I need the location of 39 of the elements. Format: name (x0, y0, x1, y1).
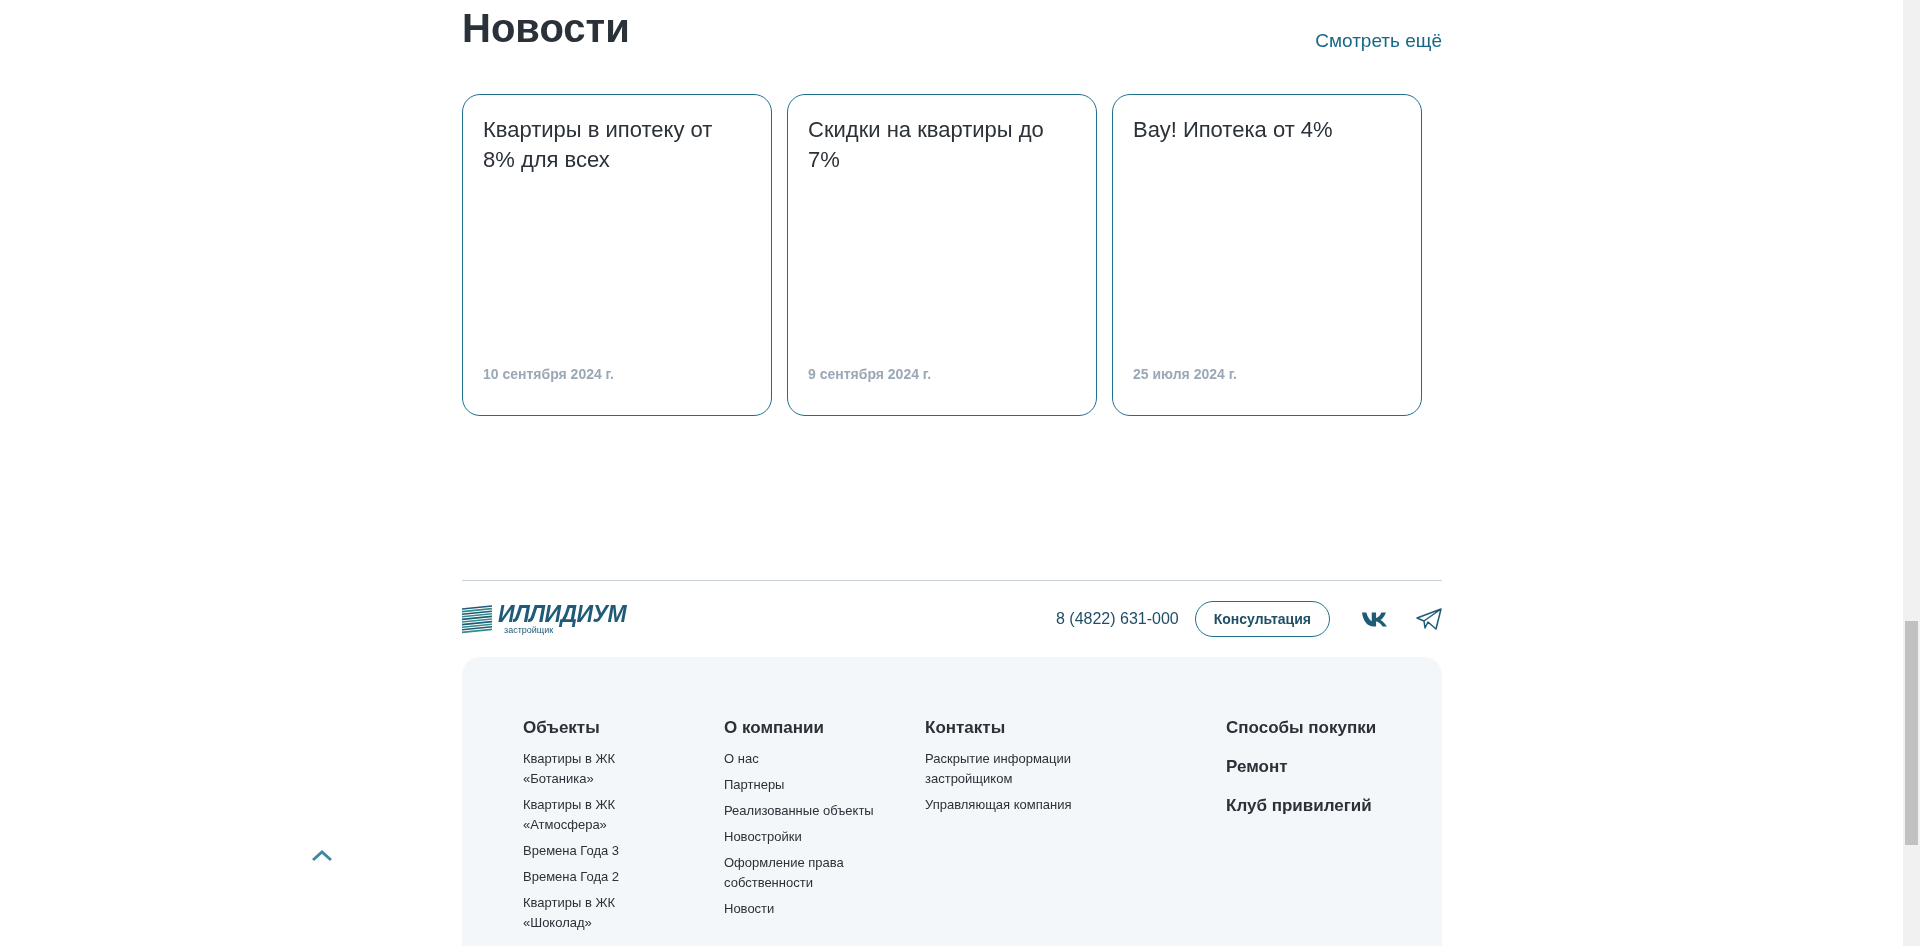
footer-main-link[interactable]: Клуб привилегий (1226, 795, 1377, 817)
phone-link[interactable]: 8 (4822) 631-000 (1056, 607, 1179, 631)
footer-link[interactable]: Реализованные объекты (724, 801, 874, 821)
section-title: Новости (462, 5, 630, 52)
vk-icon[interactable] (1362, 611, 1388, 627)
footer-column-heading: Объекты (523, 717, 601, 739)
footer-link[interactable]: Новости (724, 899, 874, 919)
news-date: 25 июля 2024 г. (1133, 365, 1238, 384)
news-card[interactable]: Квартиры в ипотеку от 8% для всех 10 сентября 2024 г. (462, 94, 772, 416)
buildings-logo-icon (462, 603, 492, 635)
footer-link[interactable]: Времена Года 2 (523, 867, 673, 887)
see-more-link[interactable]: Смотреть ещё (1315, 27, 1442, 56)
footer-main-link[interactable]: Ремонт (1226, 756, 1377, 778)
scroll-up-icon[interactable] (310, 848, 334, 864)
footer-link[interactable]: О нас (724, 749, 874, 769)
footer-main-link[interactable]: Способы покупки (1226, 717, 1377, 739)
news-card[interactable]: Вау! Ипотека от 4% 25 июля 2024 г. (1112, 94, 1422, 416)
footer-link[interactable]: Управляющая компания (925, 795, 1075, 815)
news-title: Вау! Ипотека от 4% (1133, 116, 1334, 144)
footer-link[interactable]: Оформление права собственности (724, 853, 874, 893)
footer-column-heading: О компании (724, 717, 825, 739)
news-title: Скидки на квартиры до 7% (808, 116, 1045, 174)
logo-subtitle: застройщик (504, 626, 554, 635)
footer-column-heading: Контакты (925, 717, 1007, 739)
footer-link[interactable]: Квартиры в ЖК «Ботаника» (523, 749, 673, 789)
logo-wordmark: ИЛЛИДИУМ (498, 603, 626, 626)
scrollbar[interactable] (1903, 0, 1920, 946)
footer-link[interactable]: Раскрытие информации застройщиком (925, 749, 1075, 789)
footer-link[interactable]: Времена Года 3 (523, 841, 673, 861)
footer-link[interactable]: Партнеры (724, 775, 874, 795)
news-title: Квартиры в ипотеку от 8% для всех (483, 116, 714, 174)
news-date: 10 сентября 2024 г. (483, 365, 615, 384)
footer-link[interactable]: Новостройки (724, 827, 874, 847)
footer-link[interactable]: Квартиры в ЖК «Атмосфера» (523, 795, 673, 835)
telegram-icon[interactable] (1416, 608, 1442, 630)
news-date: 9 сентября 2024 г. (808, 365, 933, 384)
scrollbar-thumb[interactable] (1905, 621, 1918, 845)
news-card[interactable]: Скидки на квартиры до 7% 9 сентября 2024 г. (787, 94, 1097, 416)
footer-link[interactable]: Квартиры в ЖК «Шоколад» (523, 893, 673, 933)
